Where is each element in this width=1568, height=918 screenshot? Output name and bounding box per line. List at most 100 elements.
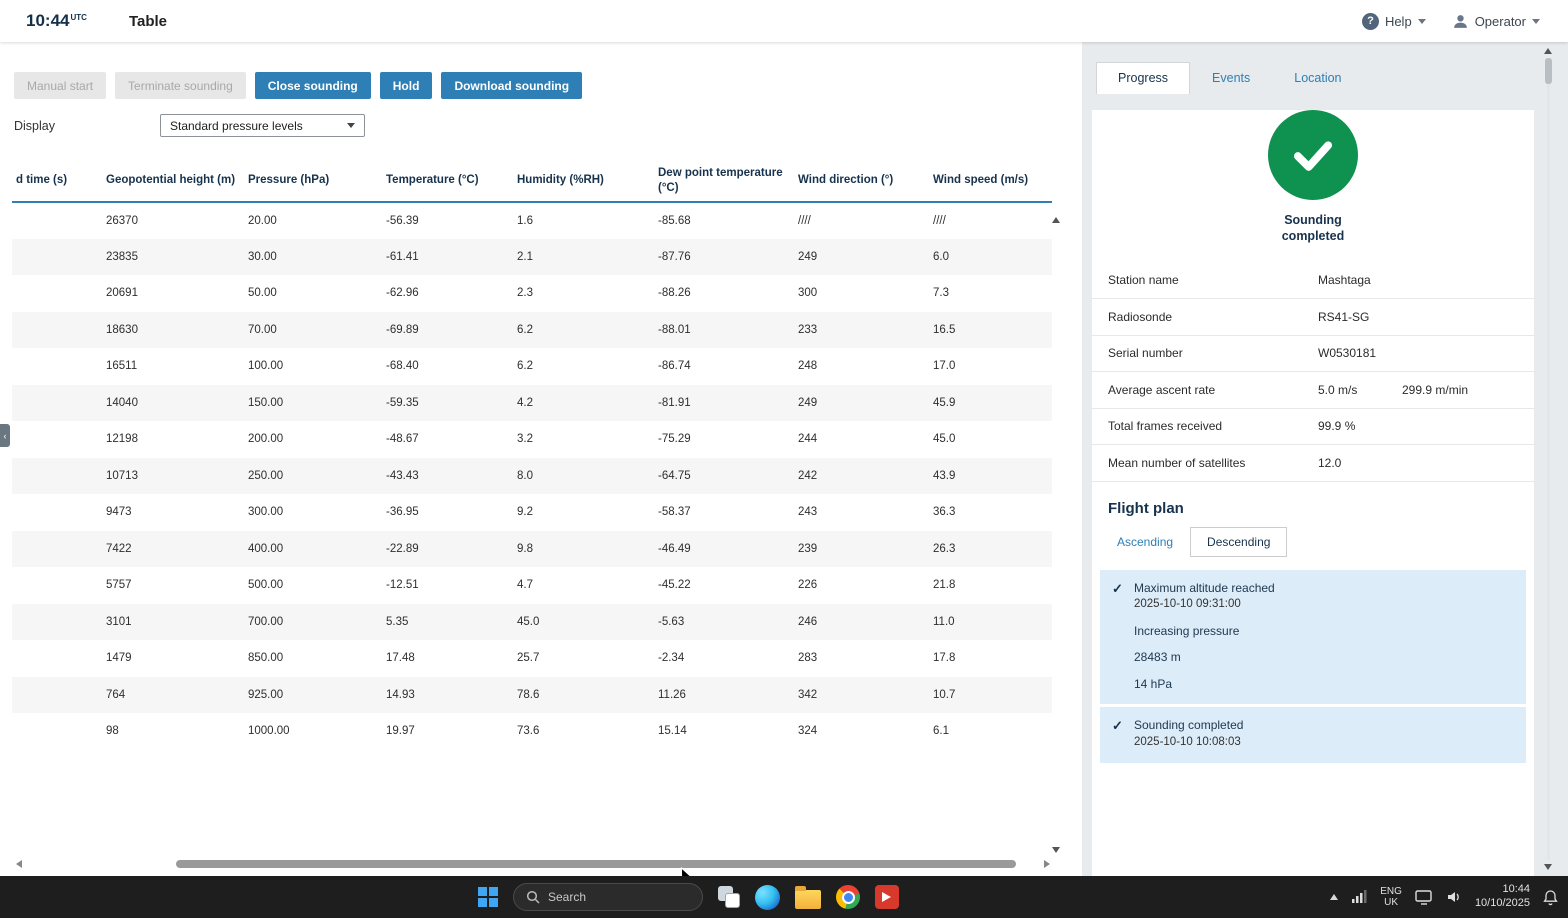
help-menu[interactable]: ? Help	[1361, 12, 1426, 30]
file-explorer-icon[interactable]	[795, 885, 821, 909]
scroll-left-icon[interactable]	[16, 860, 22, 868]
check-icon	[1112, 677, 1134, 693]
utc-clock: 10:44UTC	[26, 11, 87, 31]
chrome-browser-icon[interactable]	[836, 885, 860, 909]
flight-event: ✓ Maximum altitude reached 2025-10-10 09:3…	[1100, 576, 1526, 619]
table-scroll-down-icon[interactable]	[1052, 840, 1060, 858]
table-row[interactable]: 1479 850.00 17.48 25.7 -2.34 283 17.8	[12, 640, 1052, 677]
vertical-scrollbar-track[interactable]	[1544, 58, 1552, 860]
table-row[interactable]: 23835 30.00 -61.41 2.1 -87.76 249 6.0	[12, 238, 1052, 275]
table-row[interactable]: 764 925.00 14.93 78.6 11.26 342 10.7	[12, 676, 1052, 713]
table-row[interactable]: 98 1000.00 19.97 73.6 15.14 324 6.1	[12, 713, 1052, 750]
operator-menu[interactable]: Operator	[1452, 13, 1540, 30]
side-panel: Progress Events Location Sounding complete…	[1092, 42, 1534, 892]
taskbar-clock[interactable]: 10:44 10/10/2025	[1475, 883, 1530, 911]
scroll-right-icon[interactable]	[1044, 860, 1050, 868]
table-row[interactable]: 9473 300.00 -36.95 9.2 -58.37 243 36.3	[12, 494, 1052, 531]
network-icon[interactable]	[1351, 890, 1367, 904]
sounding-toolbar: Manual start Terminate sounding Close soun…	[14, 72, 583, 99]
table-cell: 248	[798, 360, 818, 373]
tab-progress[interactable]: Progress	[1096, 62, 1191, 94]
hold-button[interactable]: Hold	[379, 72, 433, 99]
horizontal-scrollbar-track[interactable]	[28, 859, 1038, 869]
table-cell: 14.93	[386, 688, 415, 701]
info-value: 99.9 %	[1318, 419, 1356, 434]
window-vertical-scrollbar[interactable]	[1540, 44, 1556, 874]
table-row[interactable]: 26370 20.00 -56.39 1.6 -85.68 //// ////	[12, 202, 1052, 239]
flight-event: 28483 m	[1100, 645, 1526, 672]
tab-location[interactable]: Location	[1272, 62, 1363, 94]
windows-start-button[interactable]	[478, 887, 498, 907]
taskbar-system-tray: ENG UK 10:44 10/10/2025	[1330, 876, 1558, 918]
table-cell: 26.3	[933, 542, 956, 555]
table-cell	[12, 202, 102, 239]
table-cell: 30.00	[248, 250, 277, 263]
table-row[interactable]: 18630 70.00 -69.89 6.2 -88.01 233 16.5	[12, 311, 1052, 348]
table-cell: 250.00	[248, 469, 284, 482]
tab-events[interactable]: Events	[1190, 62, 1272, 94]
terminate-sounding-button[interactable]: Terminate sounding	[115, 72, 246, 99]
task-view-icon[interactable]	[718, 886, 740, 908]
table-cell: 17.48	[386, 652, 415, 665]
table-cell: -69.89	[386, 323, 419, 336]
table-cell	[12, 567, 102, 604]
flight-event-group: ✓ Maximum altitude reached 2025-10-10 09:3…	[1100, 569, 1526, 705]
event-time: 2025-10-10 09:31:00	[1134, 598, 1241, 611]
success-check-icon	[1268, 110, 1358, 200]
download-sounding-button[interactable]: Download sounding	[441, 72, 583, 99]
table-row[interactable]: 20691 50.00 -62.96 2.3 -88.26 300 7.3	[12, 275, 1052, 312]
vertical-scrollbar-thumb[interactable]	[1544, 58, 1552, 84]
column-header-pressure-hpa: Pressure (hPa)	[244, 160, 382, 203]
table-cell: 249	[798, 396, 818, 409]
table-cell: 9473	[106, 506, 132, 519]
table-row[interactable]: 16511 100.00 -68.40 6.2 -86.74 248 17.0	[12, 348, 1052, 385]
table-cell: 243	[798, 506, 818, 519]
table-row[interactable]: 10713 250.00 -43.43 8.0 -64.75 242 43.9	[12, 457, 1052, 495]
sounding-app-icon[interactable]	[875, 885, 899, 909]
table-cell: 500.00	[248, 579, 284, 592]
table-row[interactable]: 14040 150.00 -59.35 4.2 -81.91 249 45.9	[12, 384, 1052, 421]
table-cell: 98	[106, 725, 119, 738]
info-value: Mashtaga	[1318, 273, 1371, 288]
display-select[interactable]: Standard pressure levels	[160, 114, 365, 137]
table-row[interactable]: 7422 400.00 -22.89 9.8 -46.49 239 26.3	[12, 530, 1052, 568]
table-cell: -86.74	[658, 360, 691, 373]
table-row[interactable]: 3101 700.00 5.35 45.0 -5.63 246 11.0	[12, 603, 1052, 640]
collapse-panel-button[interactable]: ‹	[0, 424, 10, 447]
volume-icon[interactable]	[1446, 890, 1462, 904]
close-sounding-button[interactable]: Close sounding	[254, 72, 371, 99]
table-row[interactable]: 5757 500.00 -12.51 4.7 -45.22 226 21.8	[12, 567, 1052, 604]
flight-plan-tab-descending[interactable]: Descending	[1190, 526, 1288, 557]
windows-taskbar: Search ENG UK 10:44 10/10/2025	[0, 876, 1568, 918]
language-indicator[interactable]: ENG UK	[1380, 886, 1402, 909]
info-value-secondary: 299.9 m/min	[1402, 382, 1469, 397]
info-label: Radiosonde	[1108, 309, 1173, 324]
flight-event: ✓ Sounding completed 2025-10-10 10:08:03	[1100, 713, 1526, 756]
table-scroll-up-icon[interactable]	[1052, 210, 1060, 228]
table-cell: 226	[798, 579, 818, 592]
flight-event: 14 hPa	[1100, 672, 1526, 699]
notification-bell-icon[interactable]	[1543, 889, 1558, 906]
taskbar-search[interactable]: Search	[513, 883, 703, 911]
table-cell	[12, 640, 102, 677]
table-cell: 17.8	[933, 652, 956, 665]
event-title: Increasing pressure	[1134, 623, 1240, 638]
table-row[interactable]: 12198 200.00 -48.67 3.2 -75.29 244 45.0	[12, 421, 1052, 458]
edge-browser-icon[interactable]	[755, 884, 780, 910]
table-cell: 2.1	[517, 250, 533, 263]
top-header: 10:44UTC Table ? Help Operator	[0, 0, 1568, 42]
table-horizontal-scrollbar[interactable]	[16, 858, 1050, 870]
scroll-up-icon[interactable]	[1544, 48, 1552, 54]
table-cell	[12, 458, 102, 495]
flight-plan-tab-ascending[interactable]: Ascending	[1100, 527, 1190, 557]
table-cell	[12, 531, 102, 568]
event-title: 14 hPa	[1134, 676, 1173, 691]
display-icon[interactable]	[1415, 889, 1433, 905]
table-cell: 3.2	[517, 433, 533, 446]
table-cell: 18630	[106, 323, 138, 336]
scroll-down-icon[interactable]	[1544, 864, 1552, 870]
manual-start-button[interactable]: Manual start	[14, 72, 107, 99]
check-icon: ✓	[1112, 580, 1123, 596]
tray-expand-icon[interactable]	[1330, 894, 1339, 900]
horizontal-scrollbar-thumb[interactable]	[176, 860, 1016, 868]
